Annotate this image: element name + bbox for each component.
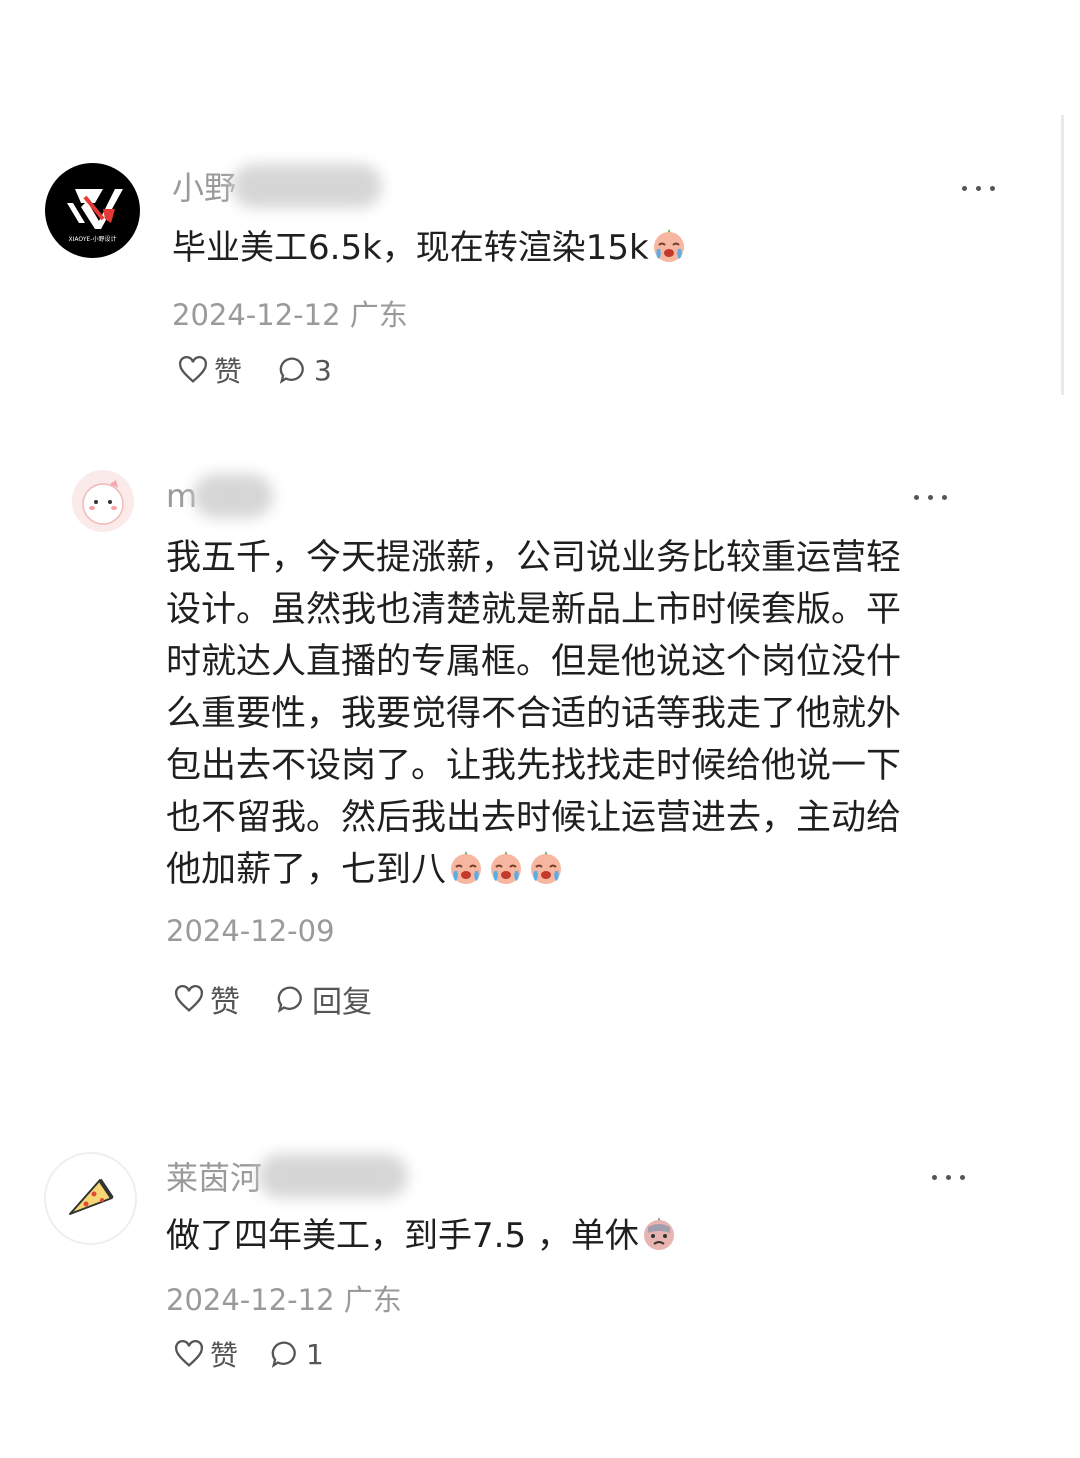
- like-label: 赞: [210, 985, 240, 1020]
- like-button[interactable]: 赞: [176, 350, 242, 390]
- username[interactable]: 莱茵河: [166, 1153, 262, 1199]
- username-row: 小野: [172, 158, 383, 214]
- like-button[interactable]: 赞: [172, 977, 240, 1021]
- crying-face-emoji-icon: [486, 847, 526, 887]
- comment-text: 我五千，今天提涨薪，公司说业务比较重运营轻 设计。虽然我也清楚就是新品上市时候套…: [166, 532, 901, 896]
- comment-date: 2024-12-12 广东: [172, 298, 408, 332]
- comment-text: 毕业美工6.5k，现在转渲染15k: [172, 222, 689, 274]
- comment-date: 2024-12-09: [166, 914, 335, 948]
- blurred-username: [258, 1154, 409, 1198]
- comment-line-last: 他加薪了，七到八: [166, 844, 901, 896]
- comment-line: 也不留我。然后我出去时候让运营进去，主动给: [166, 798, 902, 838]
- comment-text: 做了四年美工，到手7.5 ，单休: [166, 1210, 679, 1262]
- comment-line: 他加薪了，七到八: [166, 850, 447, 890]
- comment-line: 时就达人直播的专属框。但是他说这个岗位没什: [166, 642, 902, 682]
- heart-icon: [174, 984, 204, 1012]
- reply-count: 3: [314, 353, 332, 387]
- comment-text-content: 做了四年美工，到手7.5 ，单休: [166, 1216, 639, 1256]
- reply-button[interactable]: 回复: [274, 977, 372, 1021]
- comment-line: 我五千，今天提涨薪，公司说业务比较重运营轻: [166, 538, 902, 578]
- avatar[interactable]: [44, 1152, 137, 1245]
- more-options-button[interactable]: [912, 487, 950, 507]
- svg-text:XIAOYE-小野设计: XIAOYE-小野设计: [69, 235, 117, 243]
- blurred-username: [193, 474, 274, 518]
- comment-text-content: 毕业美工6.5k，现在转渲染15k: [172, 228, 649, 268]
- crying-face-emoji-icon: [649, 225, 689, 265]
- comment-actions: 赞 回复: [172, 977, 372, 1021]
- username-row: 莱茵河: [166, 1148, 409, 1204]
- more-options-button[interactable]: [930, 1167, 968, 1187]
- comment-date: 2024-12-12 广东: [166, 1283, 402, 1317]
- comment-actions: 赞 1: [172, 1334, 324, 1374]
- xiaoye-logo-icon: XIAOYE-小野设计: [67, 189, 123, 243]
- crying-face-emoji-icon: [526, 847, 566, 887]
- comment-line: 包出去不设岗了。让我先找找走时候给他说一下: [166, 746, 902, 786]
- more-options-button[interactable]: [960, 178, 998, 198]
- comment-line: 么重要性，我要觉得不合适的话等我走了他就外: [166, 694, 902, 734]
- cartoon-avatar-icon: [82, 480, 124, 525]
- comment-bubble-icon: [277, 986, 302, 1013]
- heart-icon: [178, 355, 208, 383]
- username[interactable]: 小野: [172, 163, 236, 209]
- avatar[interactable]: XIAOYE-小野设计: [45, 163, 140, 258]
- avatar[interactable]: [72, 470, 134, 532]
- comment-bubble-icon: [271, 1341, 296, 1368]
- reply-button[interactable]: 3: [276, 353, 332, 387]
- like-label: 赞: [214, 355, 243, 388]
- crying-face-emoji-icon: [446, 847, 486, 887]
- comment-bubble-icon: [279, 357, 304, 384]
- like-label: 赞: [210, 1339, 239, 1372]
- like-button[interactable]: 赞: [172, 1334, 238, 1374]
- reply-count: 1: [306, 1337, 324, 1371]
- heart-icon: [174, 1339, 204, 1367]
- sad-face-emoji-icon: [639, 1213, 679, 1253]
- comment-actions: 赞 3: [176, 350, 332, 390]
- scrollbar[interactable]: [1061, 115, 1064, 395]
- pizza-slice-icon: [69, 1178, 114, 1215]
- reply-label: 回复: [312, 985, 372, 1020]
- reply-button[interactable]: 1: [268, 1337, 324, 1371]
- comment-line: 设计。虽然我也清楚就是新品上市时候套版。平: [166, 590, 902, 630]
- username-row: m: [166, 468, 274, 524]
- blurred-username: [232, 164, 383, 208]
